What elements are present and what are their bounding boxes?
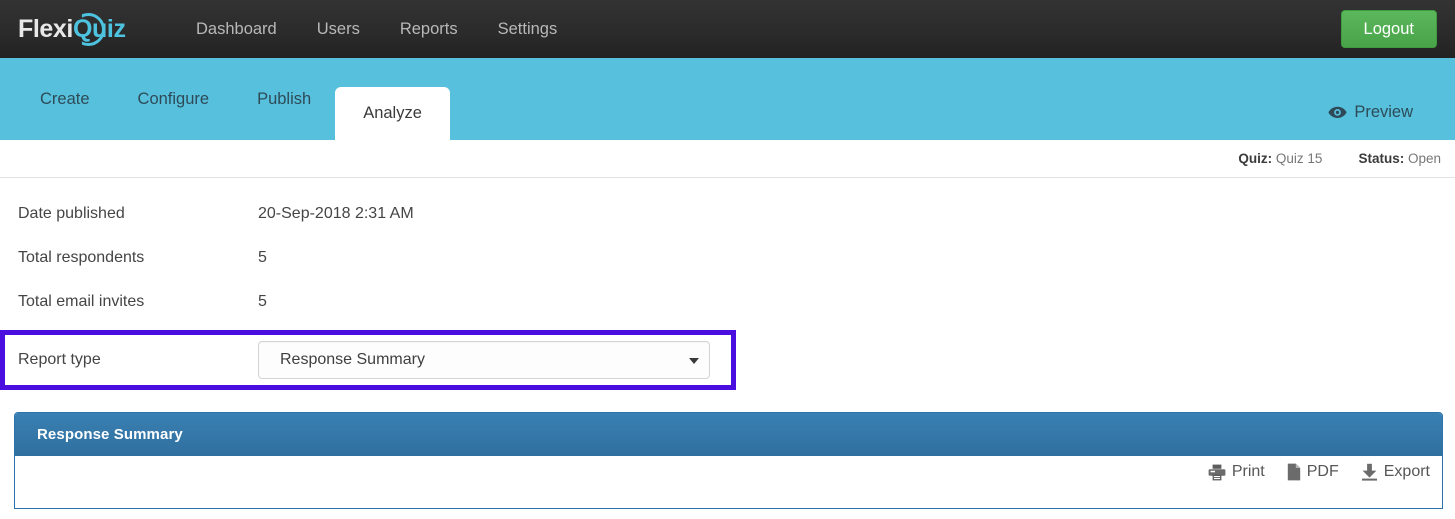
info-label-total-email-invites: Total email invites	[18, 293, 145, 310]
info-value-date-published: 20-Sep-2018 2:31 AM	[258, 205, 414, 222]
panel-body: Print PDF Export	[15, 456, 1442, 508]
logo-text-quiz: Quiz	[72, 14, 126, 43]
quiz-value: Quiz 15	[1275, 151, 1323, 166]
tab-list: Create Configure Publish Analyze	[16, 58, 450, 140]
eye-icon	[1328, 106, 1347, 119]
info-row-date-published: Date published 20-Sep-2018 2:31 AM	[0, 192, 1455, 236]
analyze-main-content: Date published 20-Sep-2018 2:31 AM Total…	[0, 178, 1455, 509]
status-value: Open	[1407, 151, 1441, 166]
file-icon	[1287, 463, 1301, 481]
printer-icon	[1208, 464, 1226, 481]
panel-header: Response Summary	[15, 413, 1442, 456]
info-row-total-email-invites: Total email invites 5	[0, 280, 1455, 324]
quiz-summary-info: Date published 20-Sep-2018 2:31 AM Total…	[0, 178, 1455, 324]
tab-analyze[interactable]: Analyze	[335, 87, 450, 140]
info-label-total-respondents: Total respondents	[18, 249, 145, 266]
info-value-total-respondents: 5	[258, 249, 267, 266]
nav-item-users[interactable]: Users	[297, 14, 380, 45]
flexiquiz-logo[interactable]: FlexiQuiz	[18, 9, 138, 49]
panel-action-links: Print PDF Export	[1208, 463, 1430, 481]
info-value-total-email-invites: 5	[258, 293, 267, 310]
response-summary-panel: Response Summary Print PDF Export	[14, 412, 1443, 509]
print-button[interactable]: Print	[1208, 463, 1265, 481]
logo-text-flexi: Flexi	[18, 14, 73, 43]
nav-item-reports[interactable]: Reports	[380, 14, 478, 45]
download-icon	[1361, 463, 1378, 481]
preview-label: Preview	[1354, 103, 1413, 121]
tab-publish[interactable]: Publish	[233, 58, 335, 140]
info-row-total-respondents: Total respondents 5	[0, 236, 1455, 280]
quiz-status-indicator: Status: Open	[1358, 151, 1441, 166]
report-type-row-highlighted: Report type Response Summary	[0, 330, 736, 390]
nav-item-settings[interactable]: Settings	[478, 14, 578, 45]
quiz-status-strip: Quiz: Quiz 15 Status: Open	[0, 140, 1455, 178]
chevron-down-icon	[689, 358, 699, 364]
logout-button[interactable]: Logout	[1340, 10, 1437, 49]
report-type-selected-value: Response Summary	[280, 351, 425, 368]
logo-wordmark: FlexiQuiz	[18, 15, 126, 44]
status-label: Status:	[1358, 151, 1405, 166]
export-label: Export	[1383, 463, 1430, 480]
quiz-section-tabbar: Create Configure Publish Analyze Preview	[0, 58, 1455, 140]
pdf-label: PDF	[1306, 463, 1339, 480]
info-label-date-published: Date published	[18, 205, 125, 222]
quiz-label: Quiz:	[1238, 151, 1273, 166]
nav-item-dashboard[interactable]: Dashboard	[176, 14, 297, 45]
export-button[interactable]: Export	[1361, 463, 1430, 481]
quiz-name-indicator: Quiz: Quiz 15	[1238, 151, 1322, 166]
tab-configure[interactable]: Configure	[114, 58, 234, 140]
pdf-button[interactable]: PDF	[1287, 463, 1339, 481]
top-navigation-bar: FlexiQuiz Dashboard Users Reports Settin…	[0, 0, 1455, 58]
primary-nav-links: Dashboard Users Reports Settings	[176, 14, 577, 45]
preview-link[interactable]: Preview	[1328, 103, 1413, 122]
panel-title: Response Summary	[37, 426, 183, 443]
report-type-select[interactable]: Response Summary	[258, 341, 710, 379]
report-type-label: Report type	[18, 351, 101, 368]
tab-create[interactable]: Create	[16, 58, 114, 140]
print-label: Print	[1231, 463, 1265, 480]
